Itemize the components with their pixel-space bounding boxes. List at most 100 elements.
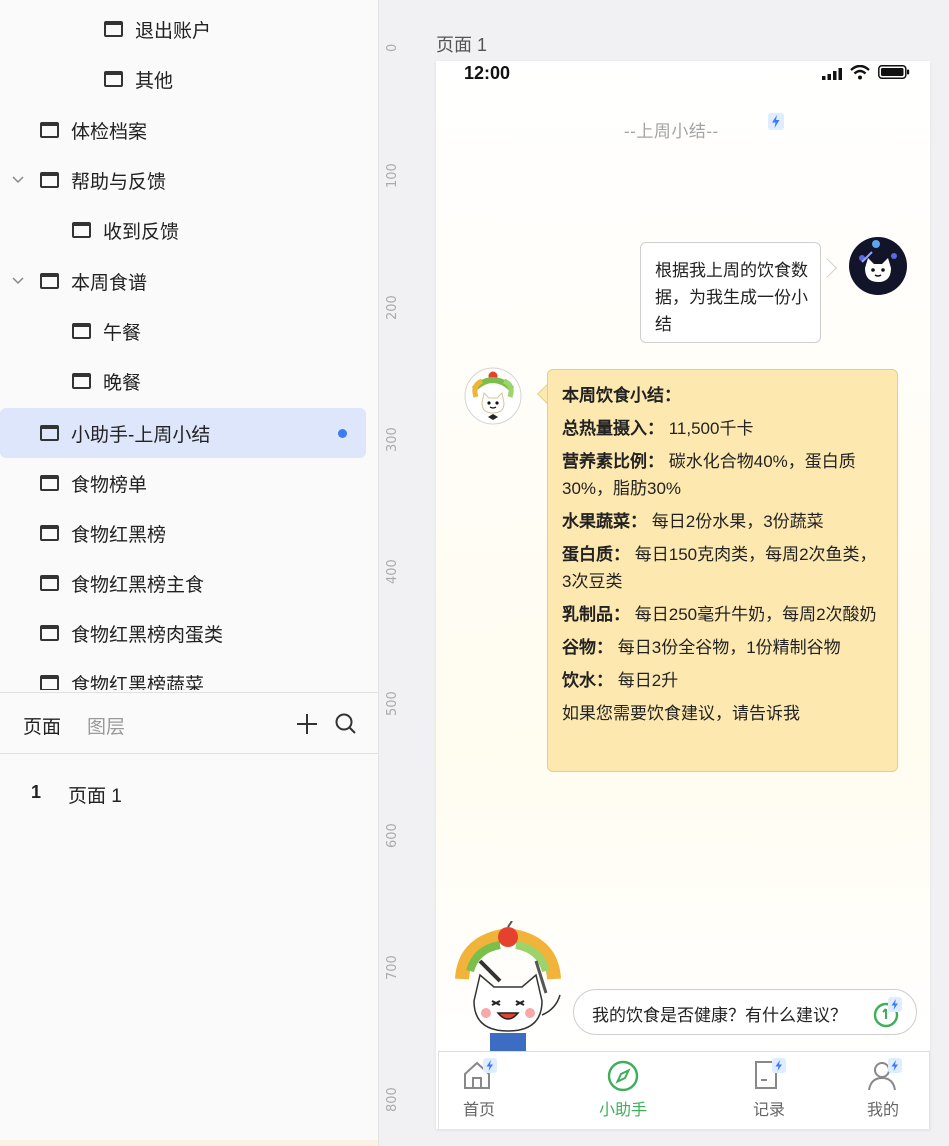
left-panel: 退出账户 其他 体检档案 帮助与反馈 收到反馈 本周食谱 午餐 晚餐 小助手-上… [0, 0, 379, 1146]
page-icon [104, 71, 123, 87]
tree-item-food-red-black-meat-egg[interactable]: 食物红黑榜肉蛋类 [0, 608, 378, 658]
summary-key: 饮水： [562, 671, 613, 690]
lightning-icon[interactable] [768, 113, 784, 130]
user-avatar[interactable] [848, 236, 908, 301]
suggestion-text: 我的饮食是否健康？有什么建议？ [592, 1006, 847, 1025]
signal-icon [822, 67, 844, 85]
page-icon [72, 373, 91, 389]
assistant-avatar[interactable] [464, 367, 522, 430]
tab-records[interactable]: 记录 [729, 1052, 809, 1129]
tree-item-label: 食物榜单 [71, 474, 148, 496]
tree-item-help-feedback[interactable]: 帮助与反馈 [0, 155, 378, 205]
ruler-tick: 300 [385, 427, 400, 452]
tree-item-label: 体检档案 [71, 121, 148, 143]
tree-item-logout[interactable]: 退出账户 [0, 4, 378, 54]
ruler-tick: 800 [385, 1087, 400, 1112]
page-icon [40, 475, 59, 491]
page-icon [40, 625, 59, 641]
ruler-tick: 100 [385, 163, 400, 188]
tab-pages[interactable]: 页面 [23, 712, 61, 739]
page-icon [40, 122, 59, 138]
page-name: 页面 1 [68, 786, 122, 807]
page-icon [40, 425, 59, 441]
chevron-down-icon[interactable] [11, 173, 25, 187]
summary-key: 营养素比例： [562, 452, 664, 471]
tab-home[interactable]: 首页 [439, 1052, 519, 1129]
chat-title: --上周小结-- [624, 122, 719, 141]
status-time: 12:00 [464, 63, 511, 83]
tree-item-label: 食物红黑榜蔬菜 [71, 674, 205, 691]
tab-layers[interactable]: 图层 [87, 712, 125, 739]
tree-item-received-feedback[interactable]: 收到反馈 [0, 205, 378, 255]
tab-label: 我的 [866, 1102, 899, 1119]
tree-item-food-ranking[interactable]: 食物榜单 [0, 458, 378, 508]
tree-item-food-red-black-staple[interactable]: 食物红黑榜主食 [0, 558, 378, 608]
tree-item-food-red-black[interactable]: 食物红黑榜 [0, 508, 378, 558]
tree-item-label: 退出账户 [135, 20, 212, 42]
tab-assistant[interactable]: 小助手 [583, 1052, 663, 1129]
summary-value: 每日2升 [617, 671, 679, 690]
ruler-tick: 400 [385, 559, 400, 584]
summary-value: 每日2份水果，3份蔬菜 [651, 512, 824, 531]
tab-label: 记录 [752, 1102, 785, 1119]
tab-label: 首页 [462, 1102, 495, 1119]
tree-item-label: 晚餐 [103, 372, 142, 394]
tree-item-dinner[interactable]: 晚餐 [0, 356, 378, 406]
tree-item-other[interactable]: 其他 [0, 54, 378, 104]
wifi-icon [850, 64, 870, 85]
tree-item-label: 本周食谱 [71, 272, 148, 294]
tree-item-label: 其他 [135, 70, 174, 92]
ruler-tick: 700 [385, 955, 400, 980]
summary-closing: 如果您需要饮食建议，请告诉我 [562, 704, 800, 723]
tree-item-lunch[interactable]: 午餐 [0, 306, 378, 356]
tab-mine[interactable]: 我的 [843, 1052, 923, 1129]
tree-item-weekly-menu[interactable]: 本周食谱 [0, 256, 378, 306]
summary-key: 水果蔬菜： [562, 512, 647, 531]
summary-item: 水果蔬菜： 每日2份水果，3份蔬菜 [562, 508, 885, 535]
tree-item-health-record[interactable]: 体检档案 [0, 105, 378, 155]
tree-item-label: 食物红黑榜 [71, 524, 167, 546]
summary-key: 蛋白质： [562, 545, 630, 564]
plus-icon[interactable] [294, 711, 320, 737]
summary-heading: 本周饮食小结： [562, 386, 681, 405]
status-bar: 12:00 [436, 61, 930, 89]
page-icon [72, 222, 91, 238]
bottom-strip [0, 1140, 378, 1146]
summary-key: 总热量摄入： [562, 419, 664, 438]
summary-item: 谷物： 每日3份全谷物，1份精制谷物 [562, 634, 885, 661]
tree-item-label: 小助手-上周小结 [71, 424, 211, 446]
ruler-tick: 600 [385, 823, 400, 848]
battery-icon [878, 65, 910, 84]
summary-item: 蛋白质： 每日150克肉类，每周2次鱼类，3次豆类 [562, 541, 885, 595]
suggestion-chip[interactable]: 我的饮食是否健康？有什么建议？ [573, 989, 917, 1035]
page-icon [40, 675, 59, 690]
page-icon [40, 525, 59, 541]
pages-panel-header: 页面 图层 [0, 692, 378, 754]
tree-item-label: 午餐 [103, 322, 142, 344]
tree-item-label: 食物红黑榜肉蛋类 [71, 624, 224, 646]
tab-label: 小助手 [598, 1102, 647, 1119]
page-icon [40, 172, 59, 188]
vertical-ruler: 0 100 200 300 400 500 600 700 800 [379, 0, 409, 1146]
summary-item: 饮水： 每日2升 [562, 667, 885, 694]
page-icon [40, 273, 59, 289]
layer-tree: 退出账户 其他 体检档案 帮助与反馈 收到反馈 本周食谱 午餐 晚餐 小助手-上… [0, 0, 378, 691]
refresh-icon[interactable] [872, 997, 904, 1034]
summary-key: 乳制品： [562, 605, 630, 624]
mascot-illustration [450, 920, 566, 1058]
assistant-summary-bubble: 本周饮食小结： 总热量摄入： 11,500千卡 营养素比例： 碳水化合物40%，… [547, 369, 898, 772]
tree-item-label: 收到反馈 [103, 221, 180, 243]
page-icon [104, 21, 123, 37]
page-list-item[interactable]: 1 页面 1 [0, 768, 378, 814]
selection-dot [338, 428, 347, 438]
search-icon[interactable] [333, 711, 359, 737]
tree-item-food-red-black-vegetable[interactable]: 食物红黑榜蔬菜 [0, 658, 378, 691]
phone-frame[interactable]: 12:00 --上周小结-- 根据我上周的饮食数据，为我生成一份小结 本周饮食小… [436, 61, 930, 1129]
canvas-page-label: 页面 1 [436, 35, 488, 55]
tree-item-assistant-summary[interactable]: 小助手-上周小结 [0, 408, 366, 458]
chevron-down-icon[interactable] [11, 274, 25, 288]
tree-item-label: 帮助与反馈 [71, 171, 167, 193]
ruler-tick: 500 [385, 691, 400, 716]
summary-value: 每日3份全谷物，1份精制谷物 [617, 638, 841, 657]
user-message-bubble: 根据我上周的饮食数据，为我生成一份小结 [640, 242, 821, 343]
